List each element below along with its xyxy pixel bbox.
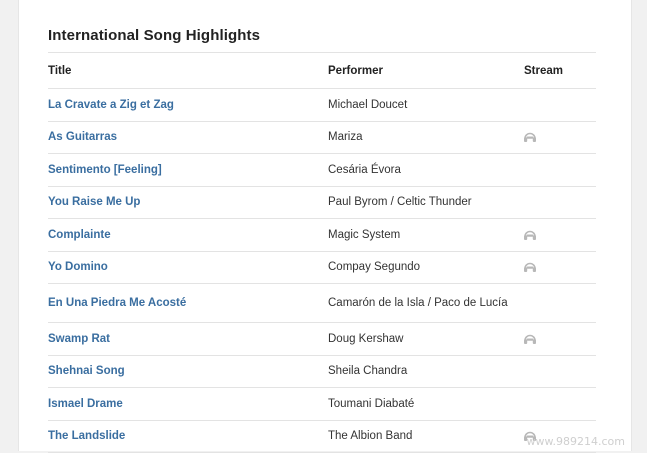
- performer-cell: Cesária Évora: [328, 163, 508, 177]
- song-title-cell: Swamp Rat: [48, 333, 318, 345]
- table-row: En Una Piedra Me Acosté Camarón de la Isl…: [48, 284, 596, 323]
- table-row: You Raise Me Up Paul Byrom / Celtic Thund…: [48, 187, 596, 220]
- performer-cell: Magic System: [328, 228, 508, 242]
- song-title-link[interactable]: La Cravate a Zig et Zag: [48, 99, 174, 111]
- song-title-link[interactable]: Swamp Rat: [48, 333, 110, 345]
- song-title-cell: Shehnai Song: [48, 365, 318, 377]
- table-row: The Landslide The Albion Band: [48, 421, 596, 453]
- table-row: Yo Domino Compay Segundo: [48, 252, 596, 285]
- section-title: International Song Highlights: [48, 27, 260, 44]
- song-title-link[interactable]: The Landslide: [48, 430, 125, 442]
- performer-cell: Paul Byrom / Celtic Thunder: [328, 195, 508, 209]
- song-title-cell: La Cravate a Zig et Zag: [48, 99, 318, 111]
- song-title-link[interactable]: As Guitarras: [48, 131, 117, 143]
- performer-cell: The Albion Band: [328, 429, 508, 443]
- column-header-stream: Stream: [524, 65, 584, 77]
- table-row: As Guitarras Mariza: [48, 122, 596, 155]
- table-row: Ismael Drame Toumani Diabaté: [48, 388, 596, 421]
- song-title-cell: You Raise Me Up: [48, 196, 318, 208]
- song-title-cell: Yo Domino: [48, 261, 318, 273]
- performer-cell: Michael Doucet: [328, 98, 508, 112]
- song-title-link[interactable]: Ismael Drame: [48, 398, 123, 410]
- songs-table: Title Performer Stream La Cravate a Zig …: [48, 52, 596, 453]
- performer-cell: Mariza: [328, 130, 508, 144]
- song-title-cell: As Guitarras: [48, 131, 318, 143]
- table-row: Complainte Magic System: [48, 219, 596, 252]
- song-title-cell: En Una Piedra Me Acosté: [48, 297, 318, 309]
- table-row: Sentimento [Feeling] Cesária Évora: [48, 154, 596, 187]
- column-header-performer: Performer: [328, 64, 508, 78]
- song-title-link[interactable]: Complainte: [48, 229, 111, 241]
- song-title-cell: Complainte: [48, 229, 318, 241]
- headphones-icon[interactable]: [523, 229, 537, 240]
- song-title-cell: The Landslide: [48, 430, 318, 442]
- page-panel: International Song Highlights Title Perf…: [18, 0, 632, 451]
- table-row: Shehnai Song Sheila Chandra: [48, 356, 596, 389]
- song-title-link[interactable]: Shehnai Song: [48, 365, 125, 377]
- song-title-link[interactable]: Sentimento [Feeling]: [48, 164, 162, 176]
- headphones-icon[interactable]: [523, 262, 537, 273]
- table-header-row: Title Performer Stream: [48, 53, 596, 89]
- headphones-icon[interactable]: [523, 333, 537, 344]
- song-title-link[interactable]: En Una Piedra Me Acosté: [48, 297, 186, 309]
- table-row: La Cravate a Zig et Zag Michael Doucet: [48, 89, 596, 122]
- column-header-title: Title: [48, 65, 318, 77]
- performer-cell: Toumani Diabaté: [328, 397, 508, 411]
- table-row: Swamp Rat Doug Kershaw: [48, 323, 596, 356]
- song-title-link[interactable]: Yo Domino: [48, 261, 108, 273]
- song-title-cell: Sentimento [Feeling]: [48, 164, 318, 176]
- performer-cell: Sheila Chandra: [328, 364, 508, 378]
- headphones-icon[interactable]: [523, 132, 537, 143]
- performer-cell: Compay Segundo: [328, 260, 508, 274]
- watermark-text: www.989214.com: [527, 435, 625, 448]
- song-title-link[interactable]: You Raise Me Up: [48, 196, 140, 208]
- song-title-cell: Ismael Drame: [48, 398, 318, 410]
- performer-cell: Doug Kershaw: [328, 332, 508, 346]
- performer-cell: Camarón de la Isla / Paco de Lucía: [328, 296, 508, 310]
